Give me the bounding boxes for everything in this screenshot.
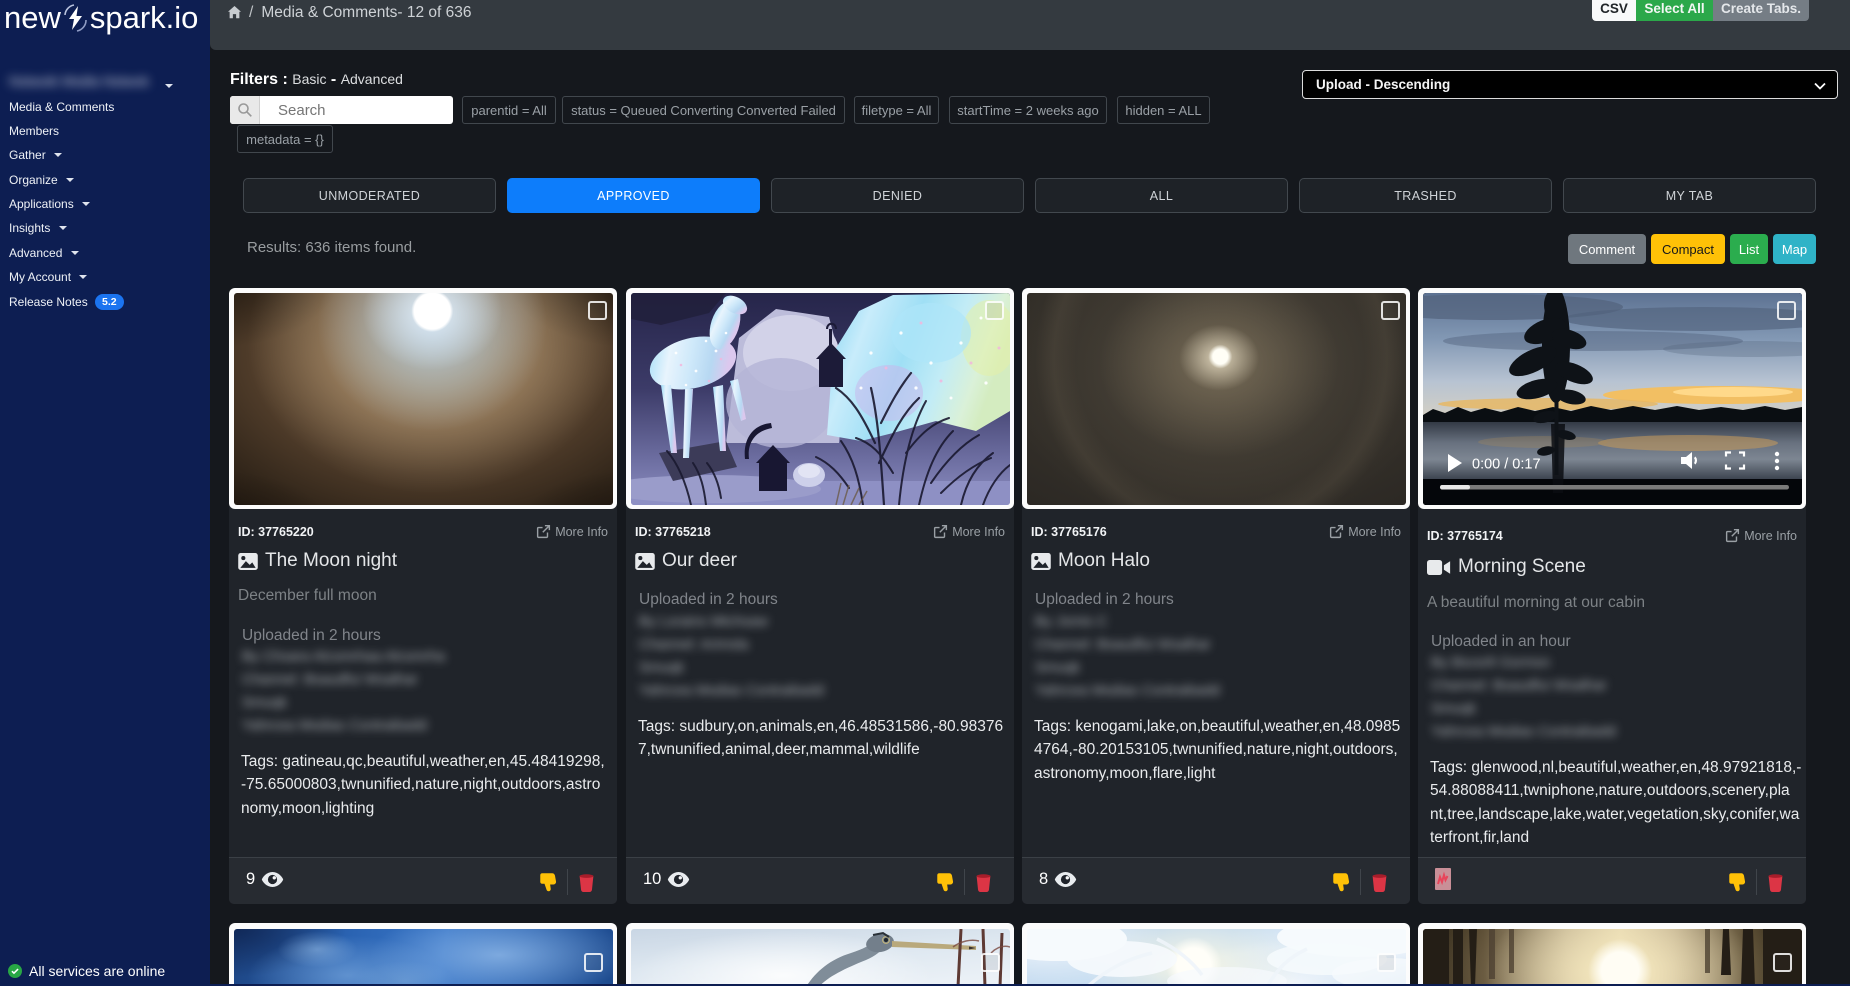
svg-text:0:00 / 0:17: 0:00 / 0:17	[1472, 456, 1541, 472]
